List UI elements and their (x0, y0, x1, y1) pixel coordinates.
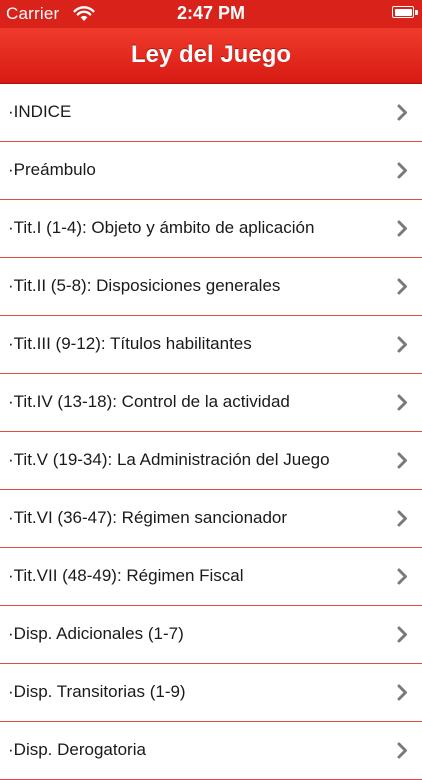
list-item-label: ·Tit.III (9-12): Títulos habilitantes (8, 334, 252, 353)
list-item[interactable]: ·Tit.IV (13-18): Control de la actividad (0, 374, 422, 432)
list-item[interactable]: ·Tit.III (9-12): Títulos habilitantes (0, 316, 422, 374)
list-item-label: ·Tit.II (5-8): Disposiciones generales (8, 276, 281, 295)
chapter-list: ·INDICE ·Preámbulo ·Tit.I (1-4): Objeto … (0, 84, 422, 780)
chevron-right-icon (397, 336, 407, 353)
list-item[interactable]: ·Preámbulo (0, 142, 422, 200)
list-item[interactable]: ·Tit.VII (48-49): Régimen Fiscal (0, 548, 422, 606)
list-item[interactable]: ·Tit.V (19-34): La Administración del Ju… (0, 432, 422, 490)
list-item[interactable]: ·Tit.VI (36-47): Régimen sancionador (0, 490, 422, 548)
chevron-right-icon (397, 278, 407, 295)
navigation-bar: Ley del Juego (0, 28, 422, 84)
list-item-label: ·Tit.I (1-4): Objeto y ámbito de aplicac… (8, 218, 315, 237)
list-item-label: ·Tit.V (19-34): La Administración del Ju… (8, 450, 330, 469)
chevron-right-icon (397, 742, 407, 759)
list-item-label: ·Disp. Derogatoria (8, 740, 146, 759)
chevron-right-icon (397, 568, 407, 585)
list-item[interactable]: ·Tit.II (5-8): Disposiciones generales (0, 258, 422, 316)
status-bar: Carrier 2:47 PM (0, 0, 422, 28)
chevron-right-icon (397, 162, 407, 179)
chevron-right-icon (397, 394, 407, 411)
chevron-right-icon (397, 684, 407, 701)
list-item-label: ·Preámbulo (8, 160, 96, 179)
list-item-label: ·INDICE (8, 102, 72, 121)
chevron-right-icon (397, 510, 407, 527)
list-item-label: ·Tit.IV (13-18): Control de la actividad (8, 392, 290, 411)
chevron-right-icon (397, 104, 407, 121)
list-item[interactable]: ·Disp. Transitorias (1-9) (0, 664, 422, 722)
chevron-right-icon (397, 452, 407, 469)
list-item-label: ·Tit.VI (36-47): Régimen sancionador (8, 508, 288, 527)
list-item[interactable]: ·INDICE (0, 84, 422, 142)
battery-icon (392, 6, 414, 18)
chevron-right-icon (397, 626, 407, 643)
list-item[interactable]: ·Disp. Adicionales (1-7) (0, 606, 422, 664)
list-item[interactable]: ·Tit.I (1-4): Objeto y ámbito de aplicac… (0, 200, 422, 258)
list-item-label: ·Disp. Transitorias (1-9) (8, 682, 186, 701)
status-time: 2:47 PM (176, 3, 246, 23)
battery-level (394, 8, 412, 16)
chevron-right-icon (397, 220, 407, 237)
list-item-label: ·Tit.VII (48-49): Régimen Fiscal (8, 566, 244, 585)
nav-title: Ley del Juego (130, 41, 292, 68)
battery-tip (415, 10, 418, 15)
list-item-label: ·Disp. Adicionales (1-7) (8, 624, 184, 643)
list-item[interactable]: ·Disp. Derogatoria (0, 722, 422, 780)
